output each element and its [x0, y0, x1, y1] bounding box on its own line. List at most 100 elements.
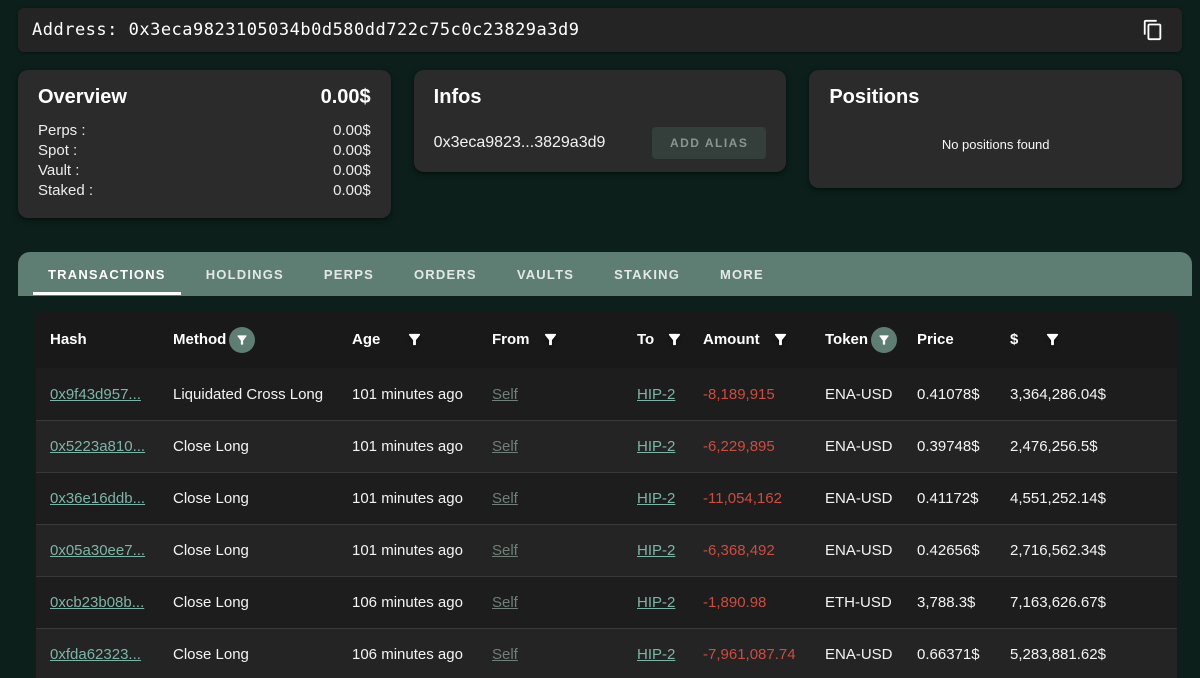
overview-value: 0.00$	[333, 181, 371, 201]
overview-value: 0.00$	[333, 141, 371, 161]
tx-from-link[interactable]: Self	[492, 646, 637, 663]
col-header-price: Price	[917, 331, 1010, 348]
tab-holdings[interactable]: HOLDINGS	[191, 252, 299, 296]
tx-hash-link[interactable]: 0x9f43d957...	[50, 386, 173, 403]
add-alias-button[interactable]: ADD ALIAS	[652, 127, 766, 159]
overview-row-spot: Spot : 0.00$	[38, 141, 371, 161]
tx-from-link[interactable]: Self	[492, 594, 637, 611]
tx-usd: 5,283,881.62$	[1010, 646, 1163, 663]
tx-method: Close Long	[173, 646, 352, 663]
tx-to-link[interactable]: HIP-2	[637, 490, 703, 507]
tx-hash-link[interactable]: 0x05a30ee7...	[50, 542, 173, 559]
tx-price: 0.39748$	[917, 438, 1010, 455]
table-row: 0xfda62323... Close Long 106 minutes ago…	[36, 628, 1177, 678]
overview-total: 0.00$	[321, 86, 371, 109]
table-row: 0xcb23b08b... Close Long 106 minutes ago…	[36, 576, 1177, 628]
tab-more[interactable]: MORE	[705, 252, 779, 296]
col-header-age: Age	[352, 331, 492, 348]
tx-usd: 4,551,252.14$	[1010, 490, 1163, 507]
overview-row-perps: Perps : 0.00$	[38, 121, 371, 141]
tx-usd: 2,716,562.34$	[1010, 542, 1163, 559]
positions-card: Positions No positions found	[809, 70, 1182, 188]
tx-token: ENA-USD	[825, 438, 917, 455]
filter-icon-to[interactable]	[666, 331, 683, 348]
tx-usd: 7,163,626.67$	[1010, 594, 1163, 611]
tx-age: 101 minutes ago	[352, 438, 492, 455]
overview-label: Spot :	[38, 141, 77, 161]
transactions-table: Hash Method Age From To Amou	[36, 311, 1177, 678]
tx-token: ENA-USD	[825, 386, 917, 403]
overview-row-staked: Staked : 0.00$	[38, 181, 371, 201]
table-row: 0x36e16ddb... Close Long 101 minutes ago…	[36, 472, 1177, 524]
tx-price: 0.66371$	[917, 646, 1010, 663]
overview-value: 0.00$	[333, 121, 371, 141]
tx-amount: -8,189,915	[703, 386, 825, 403]
tx-price: 0.41172$	[917, 490, 1010, 507]
overview-label: Vault :	[38, 161, 79, 181]
tx-amount: -6,368,492	[703, 542, 825, 559]
tx-price: 0.41078$	[917, 386, 1010, 403]
tx-method: Liquidated Cross Long	[173, 386, 352, 403]
tx-to-link[interactable]: HIP-2	[637, 438, 703, 455]
tx-hash-link[interactable]: 0xcb23b08b...	[50, 594, 173, 611]
overview-value: 0.00$	[333, 161, 371, 181]
tx-from-link[interactable]: Self	[492, 542, 637, 559]
tx-to-link[interactable]: HIP-2	[637, 594, 703, 611]
tx-method: Close Long	[173, 438, 352, 455]
copy-address-button[interactable]	[1138, 15, 1168, 45]
tab-perps[interactable]: PERPS	[309, 252, 389, 296]
tx-price: 0.42656$	[917, 542, 1010, 559]
tx-from-link[interactable]: Self	[492, 438, 637, 455]
tx-hash-link[interactable]: 0x36e16ddb...	[50, 490, 173, 507]
tx-age: 106 minutes ago	[352, 646, 492, 663]
overview-label: Staked :	[38, 181, 93, 201]
col-header-hash: Hash	[50, 331, 173, 348]
tab-bar: TRANSACTIONS HOLDINGS PERPS ORDERS VAULT…	[18, 252, 1192, 296]
filter-icon-token[interactable]	[871, 327, 897, 353]
filter-icon-amount[interactable]	[772, 331, 789, 348]
tx-to-link[interactable]: HIP-2	[637, 646, 703, 663]
tx-usd: 3,364,286.04$	[1010, 386, 1163, 403]
address-text: Address: 0x3eca9823105034b0d580dd722c75c…	[32, 20, 579, 40]
tx-from-link[interactable]: Self	[492, 490, 637, 507]
overview-label: Perps :	[38, 121, 86, 141]
tx-from-link[interactable]: Self	[492, 386, 637, 403]
tx-amount: -7,961,087.74	[703, 646, 825, 663]
tx-to-link[interactable]: HIP-2	[637, 542, 703, 559]
positions-empty-text: No positions found	[829, 137, 1162, 152]
tx-age: 101 minutes ago	[352, 386, 492, 403]
tx-method: Close Long	[173, 542, 352, 559]
col-header-usd: $	[1010, 331, 1163, 348]
col-header-from: From	[492, 331, 637, 348]
overview-title: Overview	[38, 86, 127, 109]
tx-age: 101 minutes ago	[352, 490, 492, 507]
infos-title: Infos	[434, 86, 767, 109]
tx-hash-link[interactable]: 0xfda62323...	[50, 646, 173, 663]
tx-token: ENA-USD	[825, 542, 917, 559]
summary-cards: Overview 0.00$ Perps : 0.00$ Spot : 0.00…	[18, 70, 1182, 218]
tx-token: ENA-USD	[825, 490, 917, 507]
positions-title: Positions	[829, 86, 1162, 109]
tx-hash-link[interactable]: 0x5223a810...	[50, 438, 173, 455]
infos-card: Infos 0x3eca9823...3829a3d9 ADD ALIAS	[414, 70, 787, 172]
filter-icon-method[interactable]	[229, 327, 255, 353]
tab-orders[interactable]: ORDERS	[399, 252, 492, 296]
filter-icon-age[interactable]	[406, 331, 423, 348]
tx-price: 3,788.3$	[917, 594, 1010, 611]
tx-to-link[interactable]: HIP-2	[637, 386, 703, 403]
filter-icon-usd[interactable]	[1044, 331, 1061, 348]
copy-icon	[1142, 19, 1164, 41]
filter-icon-from[interactable]	[542, 331, 559, 348]
col-header-amount: Amount	[703, 331, 825, 348]
col-header-token: Token	[825, 327, 917, 353]
table-row: 0x05a30ee7... Close Long 101 minutes ago…	[36, 524, 1177, 576]
tx-amount: -6,229,895	[703, 438, 825, 455]
col-header-method: Method	[173, 327, 352, 353]
overview-row-vault: Vault : 0.00$	[38, 161, 371, 181]
tx-method: Close Long	[173, 490, 352, 507]
tab-transactions[interactable]: TRANSACTIONS	[33, 252, 181, 296]
tab-vaults[interactable]: VAULTS	[502, 252, 589, 296]
tx-token: ENA-USD	[825, 646, 917, 663]
address-bar: Address: 0x3eca9823105034b0d580dd722c75c…	[18, 8, 1182, 52]
tab-staking[interactable]: STAKING	[599, 252, 695, 296]
